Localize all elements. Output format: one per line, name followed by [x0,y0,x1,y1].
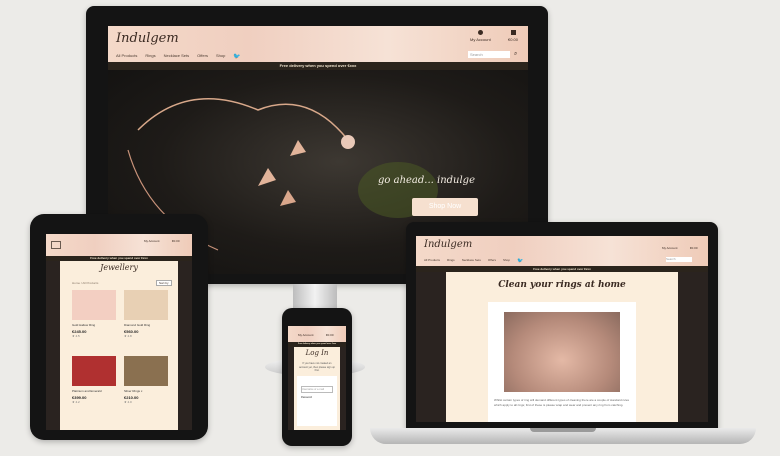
login-title: Log In [305,349,329,357]
phone-delivery-banner: Free delivery when you spend over €xxx [288,342,346,347]
phone-screen: My Account €0.00 Free delivery when you … [288,326,346,430]
login-intro: If you have not created an account yet, … [299,362,335,372]
product-name: Silver Rings x [124,389,143,393]
tablet-account[interactable]: My Account [144,239,160,243]
product-card[interactable]: Diamond Gold Ring €560.00 ★ 4.8 [124,290,168,350]
nav-all-products[interactable]: All Products [424,258,440,264]
phone-header: My Account €0.00 [288,326,346,342]
login-form-card [297,376,337,426]
article-body: Whilst certain types of ring will demand… [494,398,630,407]
tablet-header: My Account €0.00 [46,234,192,256]
product-image [124,356,168,386]
tablet-sort-select[interactable]: Sort by [156,280,172,286]
product-card[interactable]: Silver Rings x €210.00 ★ 4.0 [124,356,168,416]
account-label: My Account [470,37,491,42]
nav-all-products[interactable]: All Products [116,53,137,60]
nav-offers[interactable]: Offers [197,53,208,60]
laptop-screen: Indulgem All Products Rings Necklace Set… [416,236,708,422]
desktop-search-input[interactable]: Search [468,51,510,58]
shop-now-button[interactable]: Shop Now [412,198,478,216]
tablet-device: My Account €0.00 Free delivery when you … [30,214,208,440]
twitter-icon[interactable]: 🐦 [233,53,240,60]
laptop-account[interactable]: My Account [662,246,678,250]
product-card[interactable]: Platinum and Emerald €399.00 ★ 4.2 [72,356,116,416]
phone-side-left [288,347,294,430]
hero-tagline: go ahead... indulge [378,175,475,186]
account-icon [477,30,483,35]
phone-side-right [340,347,346,430]
phone-account[interactable]: My Account [298,333,314,337]
laptop-side-left [416,272,446,422]
product-image [72,356,116,386]
article-title: Clean your rings at home [498,280,626,290]
tablet-delivery-banner: Free delivery when you spend over €xxx [46,256,192,261]
desktop-account[interactable]: My Account [470,30,491,42]
product-name: Platinum and Emerald [72,389,102,393]
article-card: Whilst certain types of ring will demand… [488,302,636,422]
bag-icon [510,30,516,35]
laptop-search-input[interactable]: Search [666,257,692,262]
nav-shop[interactable]: Shop [216,53,225,60]
hamburger-icon[interactable] [51,241,61,249]
product-rating: ★ 4.0 [124,400,132,404]
laptop-base [370,428,756,444]
tablet-bag[interactable]: €0.00 [172,239,180,243]
nav-rings[interactable]: Rings [145,53,155,60]
nav-necklace-sets[interactable]: Necklace Sets [164,53,190,60]
laptop-bag[interactable]: €0.00 [690,246,698,250]
twitter-icon[interactable]: 🐦 [517,258,523,264]
search-icon[interactable]: ⌕ [514,51,517,58]
nav-necklace-sets[interactable]: Necklace Sets [462,258,481,264]
tablet-page-title: Jewellery [100,263,138,272]
username-field[interactable]: Username or e-mail [301,386,333,393]
nav-offers[interactable]: Offers [488,258,496,264]
password-label: Password [301,396,312,399]
phone-device: My Account €0.00 Free delivery when you … [282,308,352,446]
product-image [124,290,168,320]
laptop-device: Indulgem All Products Rings Necklace Set… [406,222,718,430]
desktop-header: Indulgem All Products Rings Necklace Set… [108,26,528,62]
product-rating: ★ 4.8 [124,334,132,338]
laptop-content: Clean your rings at home Whilst certain … [446,272,678,422]
laptop-side-right [678,272,708,422]
nav-rings[interactable]: Rings [447,258,455,264]
tablet-side-left [46,261,60,430]
product-card[interactable]: Gold Hallow Ring €245.00 ★ 4.5 [72,290,116,350]
product-name: Diamond Gold Ring [124,323,151,327]
desktop-logo[interactable]: Indulgem [116,31,179,46]
tablet-breadcrumb[interactable]: Home / All Products [72,281,98,285]
laptop-logo[interactable]: Indulgem [424,239,472,250]
desktop-bag[interactable]: €0.00 [508,30,518,42]
tablet-screen: My Account €0.00 Free delivery when you … [46,234,192,430]
product-name: Gold Hallow Ring [72,323,96,327]
phone-bag[interactable]: €0.00 [326,333,334,337]
nav-shop[interactable]: Shop [503,258,510,264]
product-image [72,290,116,320]
bag-total: €0.00 [508,37,519,42]
desktop-nav-menu: All Products Rings Necklace Sets Offers … [116,53,241,60]
product-rating: ★ 4.5 [72,334,80,338]
laptop-header: Indulgem All Products Rings Necklace Set… [416,236,708,266]
product-rating: ★ 4.2 [72,400,80,404]
tablet-side-right [178,261,192,430]
laptop-nav-menu: All Products Rings Necklace Sets Offers … [424,258,523,264]
article-image [504,312,620,392]
desktop-delivery-banner: Free delivery when you spend over €xxx [108,62,528,70]
